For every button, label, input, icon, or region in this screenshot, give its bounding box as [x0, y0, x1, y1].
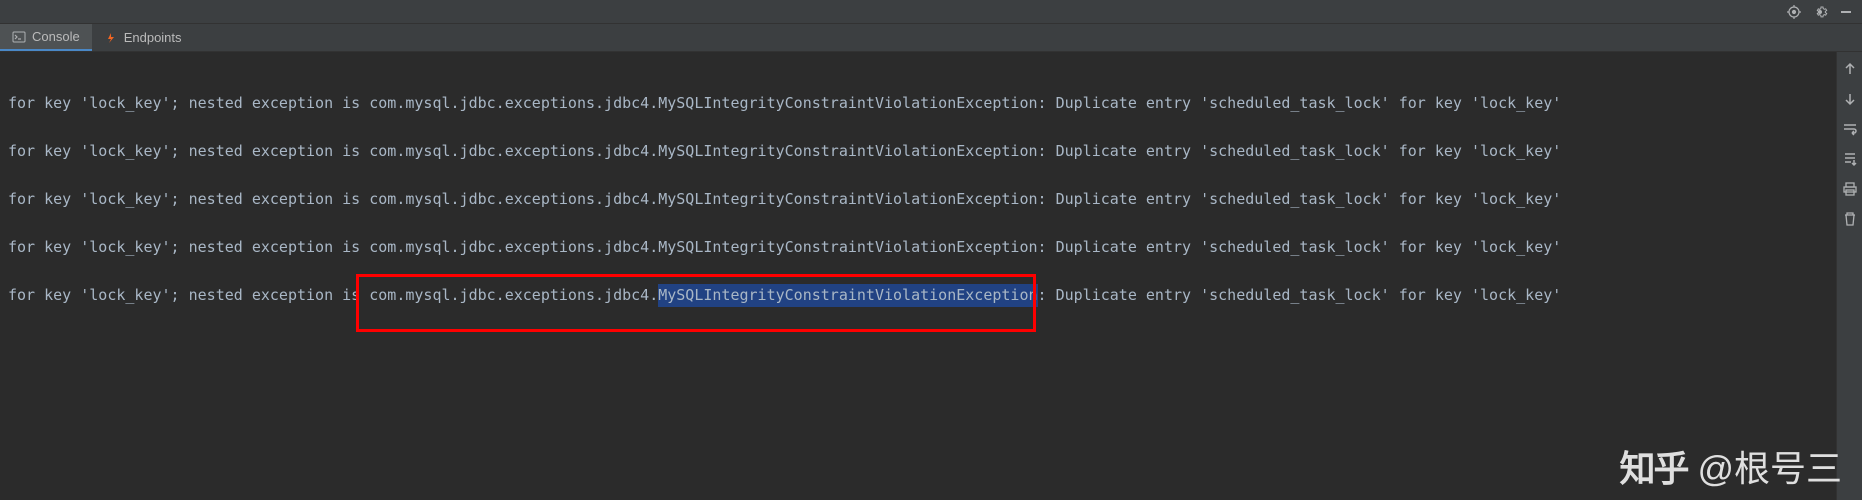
log-line: for key 'lock_key'; nested exception is …	[8, 92, 1828, 140]
main-area: for key 'lock_key'; nested exception is …	[0, 52, 1862, 500]
console-output[interactable]: for key 'lock_key'; nested exception is …	[0, 52, 1836, 500]
scroll-to-end-icon[interactable]	[1841, 150, 1859, 168]
tab-console[interactable]: Console	[0, 24, 92, 51]
target-icon[interactable]	[1786, 4, 1802, 20]
trash-icon[interactable]	[1841, 210, 1859, 228]
log-line: for key 'lock_key'; nested exception is …	[8, 284, 1828, 332]
gear-icon[interactable]	[1812, 4, 1828, 20]
print-icon[interactable]	[1841, 180, 1859, 198]
arrow-down-icon[interactable]	[1841, 90, 1859, 108]
tab-endpoints[interactable]: Endpoints	[92, 24, 194, 51]
tab-bar: Console Endpoints	[0, 24, 1862, 52]
tab-endpoints-label: Endpoints	[124, 30, 182, 45]
endpoints-icon	[104, 31, 118, 45]
soft-wrap-icon[interactable]	[1841, 120, 1859, 138]
log-line: for key 'lock_key'; nested exception is …	[8, 236, 1828, 284]
console-icon	[12, 30, 26, 44]
arrow-up-icon[interactable]	[1841, 60, 1859, 78]
right-toolbar	[1836, 52, 1862, 500]
minimize-icon[interactable]	[1838, 4, 1854, 20]
tab-console-label: Console	[32, 29, 80, 44]
log-line: for key 'lock_key'; nested exception is …	[8, 140, 1828, 188]
log-line: for key 'lock_key'; nested exception is …	[8, 188, 1828, 236]
selected-exception-name: MySQLIntegrityConstraintViolationExcepti…	[658, 284, 1037, 307]
top-toolbar	[0, 0, 1862, 24]
